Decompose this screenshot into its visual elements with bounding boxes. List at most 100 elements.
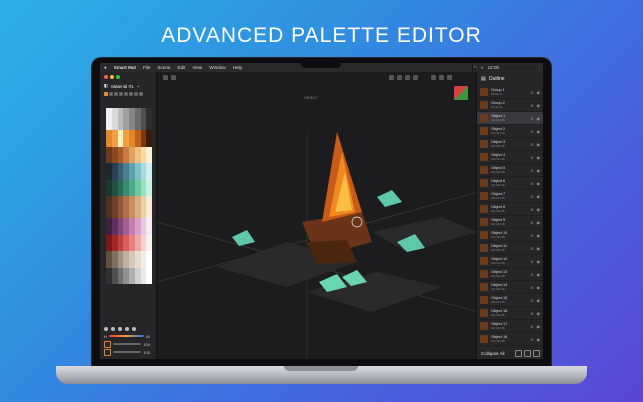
- add-group-icon[interactable]: [515, 350, 522, 357]
- lock-icon[interactable]: ⊘: [530, 285, 533, 290]
- lock-icon[interactable]: ⊘: [530, 311, 533, 316]
- outline-row[interactable]: Object 13 32×32×48 ⊘ ◉: [477, 268, 543, 281]
- saturation-slider[interactable]: 100: [104, 340, 150, 348]
- outline-row[interactable]: Object 12 32×32×48 ⊘ ◉: [477, 255, 543, 268]
- palette-tab-2[interactable]: 2: [109, 92, 113, 96]
- eye-icon[interactable]: ◉: [537, 129, 541, 134]
- menu-scene[interactable]: Scene: [157, 65, 170, 70]
- outline-row[interactable]: Object 10 32×32×48 ⊘ ◉: [477, 229, 543, 242]
- eye-icon[interactable]: ◉: [537, 116, 541, 121]
- eye-icon[interactable]: ◉: [537, 103, 541, 108]
- palette-tab-6[interactable]: 6: [129, 92, 133, 96]
- outline-row[interactable]: Object 4 32×32×48 ⊘ ◉: [477, 151, 543, 164]
- material-ball-icon[interactable]: [118, 327, 122, 331]
- outline-row[interactable]: Object 16 32×32×48 ⊘ ◉: [477, 307, 543, 320]
- eye-icon[interactable]: ◉: [537, 324, 541, 329]
- saturation-box[interactable]: [104, 340, 111, 348]
- lock-icon[interactable]: ⊘: [530, 181, 533, 186]
- eye-icon[interactable]: ◉: [537, 181, 541, 186]
- outline-row[interactable]: Group 1 18 items ⊘ ◉: [477, 86, 543, 99]
- sidebar-icon[interactable]: ▤: [481, 76, 486, 82]
- lock-icon[interactable]: ⊘: [530, 233, 533, 238]
- lock-icon[interactable]: ⊘: [530, 116, 533, 121]
- close-window-button[interactable]: [104, 75, 108, 79]
- outline-row[interactable]: Object 5 32×32×48 ⊘ ◉: [477, 164, 543, 177]
- bucket-icon[interactable]: [111, 327, 115, 331]
- outline-row[interactable]: Object 3 32×32×48 ⊘ ◉: [477, 138, 543, 151]
- menu-help[interactable]: Help: [233, 65, 242, 70]
- glass-icon[interactable]: [132, 327, 136, 331]
- lock-icon[interactable]: ⊘: [530, 259, 533, 264]
- outline-row[interactable]: Object 18 32×32×48 ⊘ ◉: [477, 333, 543, 346]
- color-swatch-grid[interactable]: [106, 108, 152, 284]
- eye-icon[interactable]: ◉: [537, 259, 541, 264]
- delete-icon[interactable]: [533, 350, 540, 357]
- menu-view[interactable]: View: [192, 65, 202, 70]
- zoom-window-button[interactable]: [116, 75, 120, 79]
- eye-icon[interactable]: ◉: [537, 233, 541, 238]
- hue-slider[interactable]: H 40: [104, 333, 150, 339]
- minimize-window-button[interactable]: [110, 75, 114, 79]
- lock-icon[interactable]: ⊘: [530, 90, 533, 95]
- lock-icon[interactable]: ⊘: [530, 298, 533, 303]
- brightness-bar[interactable]: [113, 351, 142, 353]
- outline-row[interactable]: Group 2 18 items ⊘ ◉: [477, 99, 543, 112]
- lock-icon[interactable]: ⊘: [530, 272, 533, 277]
- palette-tab-4[interactable]: 4: [119, 92, 123, 96]
- wifi-icon[interactable]: ◠: [473, 65, 477, 71]
- apple-icon[interactable]: ●: [104, 65, 107, 70]
- collapse-all-button[interactable]: Collapse All: [481, 351, 505, 356]
- menu-app-name[interactable]: Smart Mat: [114, 65, 136, 70]
- outline-row[interactable]: Object 9 32×32×48 ⊘ ◉: [477, 216, 543, 229]
- eye-icon[interactable]: ◉: [537, 285, 541, 290]
- lock-icon[interactable]: ⊘: [530, 207, 533, 212]
- lock-icon[interactable]: ⊘: [530, 168, 533, 173]
- menu-file[interactable]: File: [143, 65, 150, 70]
- menu-edit[interactable]: Edit: [177, 65, 185, 70]
- lock-icon[interactable]: ⊘: [530, 246, 533, 251]
- brightness-box[interactable]: [104, 348, 111, 356]
- lock-icon[interactable]: ⊘: [530, 324, 533, 329]
- palette-tab-7[interactable]: 7: [134, 92, 138, 96]
- eye-icon[interactable]: ◉: [537, 142, 541, 147]
- outline-row[interactable]: Object 1 32×32×48 ⊘ ◉: [477, 112, 543, 125]
- 3d-viewport[interactable]: OBJECT: [157, 72, 478, 359]
- eye-icon[interactable]: ◉: [537, 246, 541, 251]
- lock-icon[interactable]: ⊘: [530, 155, 533, 160]
- eye-icon[interactable]: ◉: [537, 298, 541, 303]
- lock-icon[interactable]: ⊘: [530, 142, 533, 147]
- brightness-slider[interactable]: 100: [104, 348, 150, 356]
- palette-tab-3[interactable]: 3: [114, 92, 118, 96]
- eye-icon[interactable]: ◉: [537, 90, 541, 95]
- lock-icon[interactable]: ⊘: [530, 129, 533, 134]
- outline-row[interactable]: Object 8 32×32×48 ⊘ ◉: [477, 203, 543, 216]
- search-icon[interactable]: ⌕: [481, 65, 484, 70]
- outline-row[interactable]: Object 6 32×32×48 ⊘ ◉: [477, 177, 543, 190]
- outline-row[interactable]: Object 2 32×32×48 ⊘ ◉: [477, 125, 543, 138]
- outline-row[interactable]: Object 15 32×32×48 ⊘ ◉: [477, 294, 543, 307]
- eye-icon[interactable]: ◉: [537, 337, 541, 342]
- color-swatch[interactable]: [146, 278, 152, 284]
- eye-icon[interactable]: ◉: [537, 272, 541, 277]
- eye-icon[interactable]: ◉: [537, 207, 541, 212]
- duplicate-icon[interactable]: [524, 350, 531, 357]
- outline-row[interactable]: Object 7 32×32×48 ⊘ ◉: [477, 190, 543, 203]
- saturation-bar[interactable]: [113, 343, 142, 345]
- palette-tab-1[interactable]: 1: [104, 92, 108, 96]
- hue-bar[interactable]: [108, 335, 144, 337]
- material-selector[interactable]: ◧ Material #1 ⌄: [100, 82, 156, 90]
- eye-icon[interactable]: ◉: [537, 194, 541, 199]
- palette-tab-8[interactable]: 8: [139, 92, 143, 96]
- outline-row[interactable]: Object 11 32×32×48 ⊘ ◉: [477, 242, 543, 255]
- eyedropper-icon[interactable]: [104, 327, 108, 331]
- outline-row[interactable]: Object 14 32×32×48 ⊘ ◉: [477, 281, 543, 294]
- lock-icon[interactable]: ⊘: [530, 103, 533, 108]
- lock-icon[interactable]: ⊘: [530, 220, 533, 225]
- eye-icon[interactable]: ◉: [537, 220, 541, 225]
- lock-icon[interactable]: ⊘: [530, 194, 533, 199]
- clock[interactable]: 12:00: [488, 65, 500, 70]
- lock-icon[interactable]: ⊘: [530, 337, 533, 342]
- eye-icon[interactable]: ◉: [537, 155, 541, 160]
- outline-row[interactable]: Object 17 32×32×48 ⊘ ◉: [477, 320, 543, 333]
- eye-icon[interactable]: ◉: [537, 311, 541, 316]
